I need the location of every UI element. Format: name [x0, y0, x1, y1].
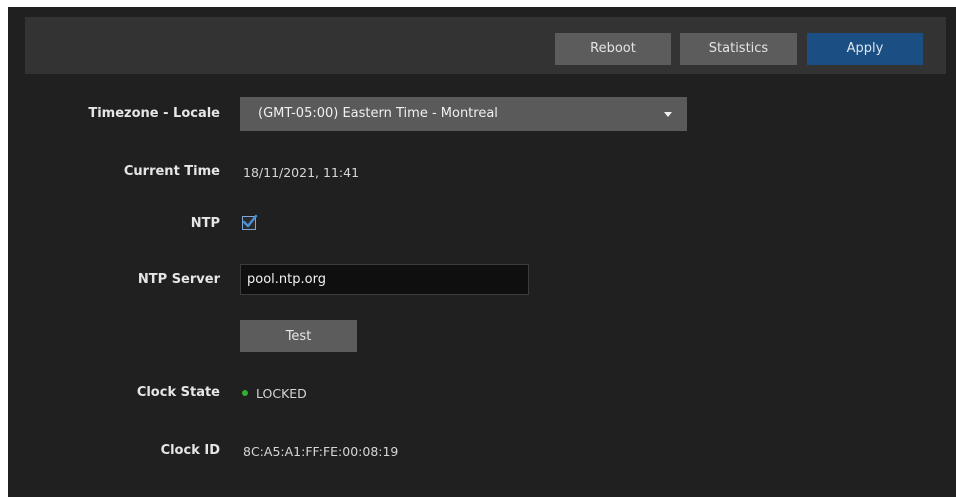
clock-id-label: Clock ID	[160, 443, 220, 458]
current-time-label: Current Time	[123, 164, 220, 179]
timezone-label: Timezone - Locale	[88, 106, 220, 121]
reboot-button[interactable]: Reboot	[555, 33, 671, 65]
clock-id-value: 8C:A5:A1:FF:FE:00:08:19	[243, 444, 399, 459]
status-dot-icon	[242, 390, 248, 396]
chevron-down-icon	[664, 112, 672, 117]
ntp-server-input[interactable]	[240, 264, 529, 295]
test-button[interactable]: Test	[240, 320, 357, 352]
ntp-label: NTP	[190, 216, 220, 231]
timezone-selected-value: (GMT-05:00) Eastern Time - Montreal	[258, 106, 498, 121]
checkmark-icon	[242, 214, 258, 228]
ntp-server-label: NTP Server	[137, 272, 220, 287]
clock-state-value: LOCKED	[256, 386, 307, 401]
settings-panel	[8, 7, 956, 497]
toolbar: Reboot Statistics Apply	[25, 17, 946, 74]
clock-state-label: Clock State	[136, 385, 220, 400]
current-time-value: 18/11/2021, 11:41	[243, 165, 360, 180]
statistics-button[interactable]: Statistics	[680, 33, 797, 65]
timezone-select[interactable]: (GMT-05:00) Eastern Time - Montreal	[240, 97, 687, 131]
ntp-checkbox[interactable]	[242, 214, 258, 230]
apply-button[interactable]: Apply	[807, 33, 923, 65]
